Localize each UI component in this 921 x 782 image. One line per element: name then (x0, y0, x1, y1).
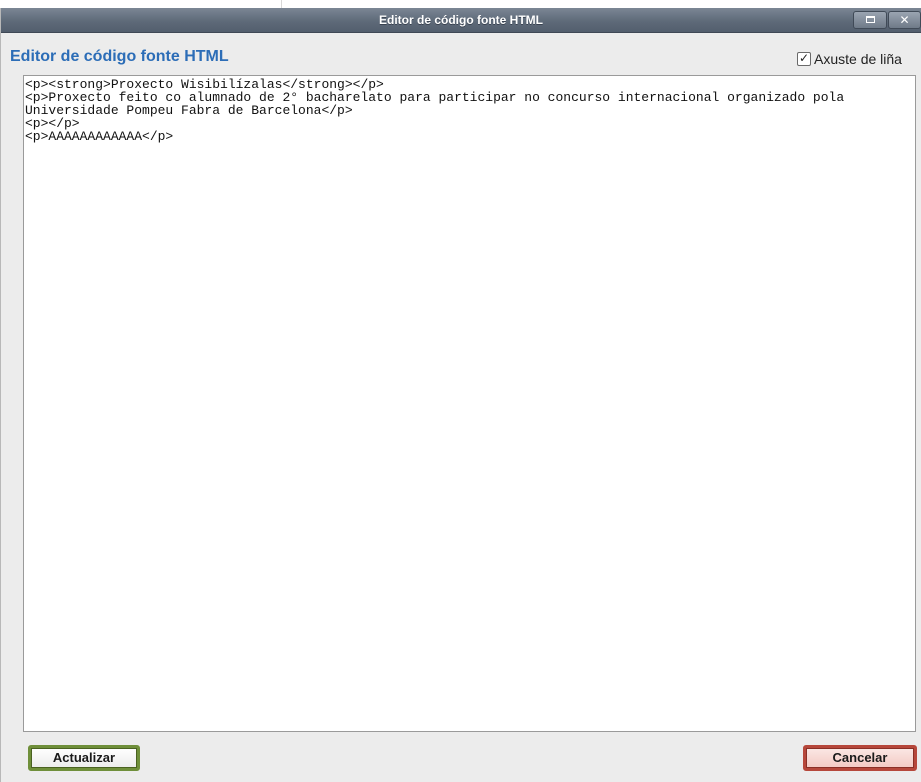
line-wrap-label[interactable]: Axuste de liña (814, 51, 902, 67)
checkmark-icon: ✓ (799, 51, 810, 65)
editor-heading: Editor de código fonte HTML (10, 48, 229, 65)
line-wrap-toggle[interactable]: ✓ Axuste de liña (797, 50, 902, 68)
background-page-strip (0, 0, 921, 8)
dialog-title: Editor de código fonte HTML (379, 13, 543, 27)
dialog-titlebar[interactable]: Editor de código fonte HTML ✕ (1, 8, 921, 33)
maximize-icon (865, 16, 875, 23)
source-code-textarea[interactable]: <p><strong>Proxecto Wisibilízalas</stron… (23, 75, 916, 732)
background-divider (281, 0, 282, 8)
html-source-editor-dialog: Editor de código fonte HTML ✕ Editor de … (0, 8, 921, 782)
close-button[interactable]: ✕ (888, 11, 921, 29)
maximize-button[interactable] (853, 11, 887, 29)
close-icon: ✕ (899, 13, 910, 27)
cancel-button[interactable]: Cancelar (803, 745, 917, 771)
line-wrap-checkbox[interactable]: ✓ (797, 51, 811, 66)
update-button[interactable]: Actualizar (28, 745, 140, 771)
